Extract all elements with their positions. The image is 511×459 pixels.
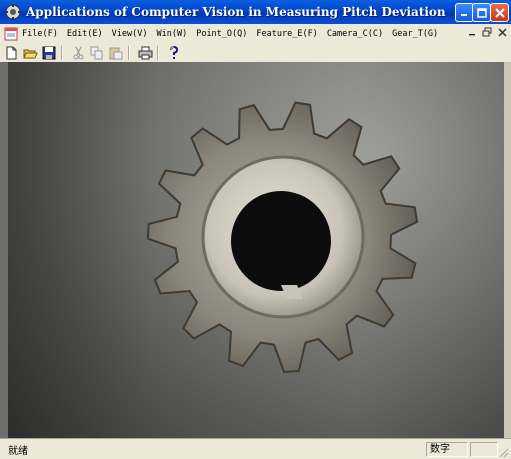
menu-file[interactable]: File(F) [22, 29, 58, 39]
mdi-controls [468, 27, 507, 37]
mdi-restore-icon[interactable] [482, 27, 492, 37]
new-button[interactable] [3, 45, 19, 61]
menu-view[interactable]: View(V) [112, 29, 148, 39]
help-button[interactable] [166, 45, 182, 61]
gear-shape [146, 101, 419, 374]
toolbar [0, 43, 511, 63]
window-frame-right [504, 62, 511, 438]
resize-grip-icon[interactable] [497, 446, 509, 458]
app-icon [5, 4, 21, 20]
status-ready-text: 就绪 [8, 446, 28, 457]
new-icon [6, 46, 16, 59]
open-button[interactable] [22, 45, 38, 61]
window-frame-left [0, 62, 8, 438]
title-bar[interactable]: Applications of Computer Vision in Measu… [0, 0, 511, 24]
cut-icon [73, 46, 83, 59]
toolbar-separator [157, 45, 159, 60]
gear-image [146, 101, 419, 374]
menu-gear[interactable]: Gear_T(G) [392, 29, 438, 39]
toolbar-separator [61, 45, 63, 60]
gear-bore [231, 191, 331, 291]
paste-icon [109, 47, 123, 59]
close-button[interactable] [490, 3, 509, 22]
close-icon [494, 7, 505, 18]
menu-point[interactable]: Point_O(Q) [196, 29, 247, 39]
maximize-button[interactable] [472, 3, 491, 22]
document-icon[interactable] [4, 27, 18, 41]
minimize-icon [461, 14, 467, 16]
app-window: Applications of Computer Vision in Measu… [0, 0, 511, 459]
mdi-minimize-icon[interactable] [468, 27, 476, 37]
mdi-close-icon[interactable] [498, 27, 507, 37]
print-icon [138, 46, 152, 59]
open-icon [22, 49, 38, 58]
menu-camera[interactable]: Camera_C(C) [327, 29, 383, 39]
menu-bar: File(F) Edit(E) View(V) Win(W) Point_O(Q… [0, 24, 511, 43]
copy-button[interactable] [89, 45, 105, 61]
status-panel-empty [470, 442, 498, 457]
save-icon [42, 46, 56, 59]
maximize-icon [476, 7, 487, 18]
cut-button[interactable] [70, 45, 86, 61]
help-icon [170, 45, 179, 59]
menu-edit[interactable]: Edit(E) [67, 29, 103, 39]
print-button[interactable] [137, 45, 153, 61]
num-lock-indicator: 数字 [426, 442, 468, 457]
status-bar: 就绪 数字 [0, 438, 511, 459]
menu-feature[interactable]: Feature_E(F) [256, 29, 317, 39]
copy-icon [90, 46, 103, 59]
image-canvas[interactable] [8, 62, 504, 438]
save-button[interactable] [41, 45, 57, 61]
toolbar-separator [128, 45, 130, 60]
paste-button[interactable] [108, 45, 124, 61]
menu-win[interactable]: Win(W) [156, 29, 187, 39]
window-title: Applications of Computer Vision in Measu… [26, 5, 446, 19]
